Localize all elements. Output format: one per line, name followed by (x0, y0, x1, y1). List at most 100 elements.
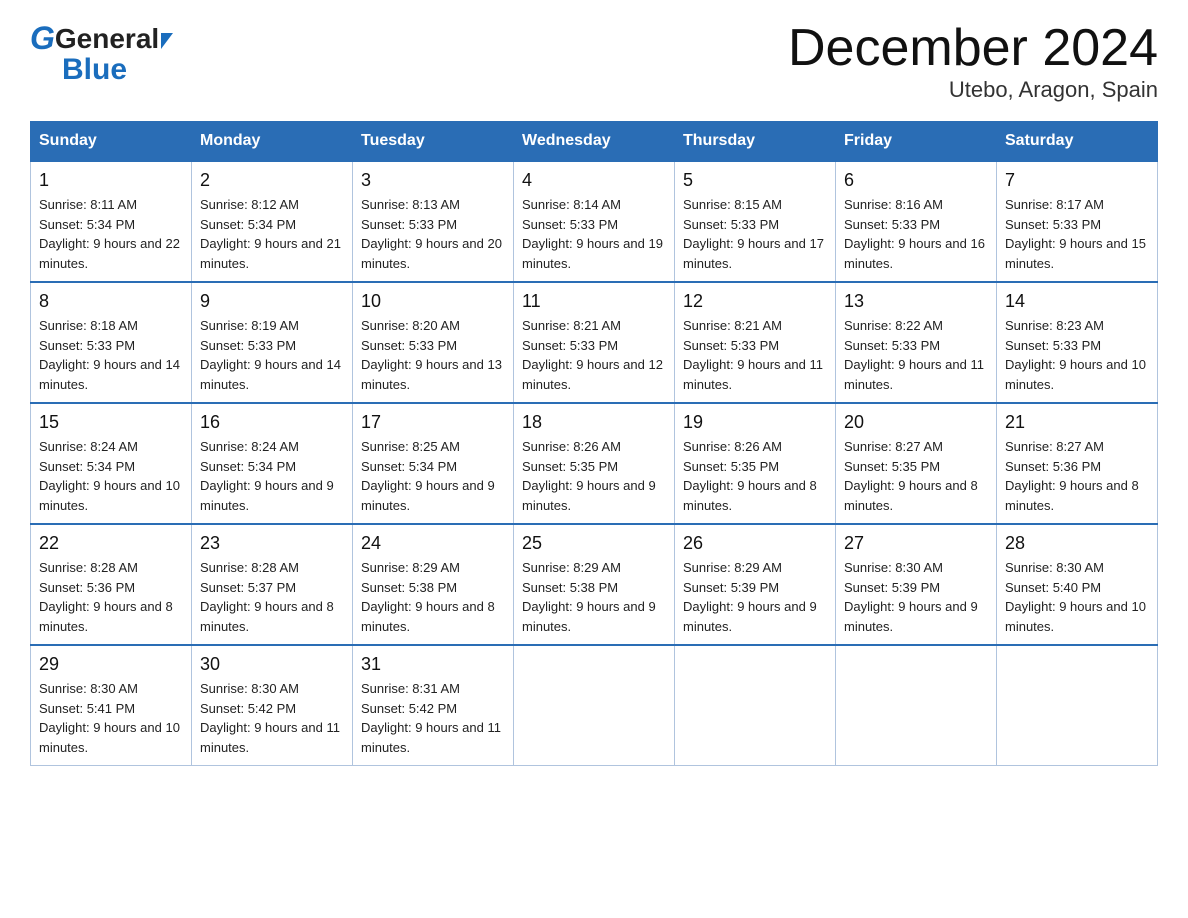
calendar-day-cell: 28 Sunrise: 8:30 AM Sunset: 5:40 PM Dayl… (997, 524, 1158, 645)
daylight-label: Daylight: 9 hours and 20 minutes. (361, 236, 502, 271)
day-number: 4 (522, 170, 666, 191)
sunrise-label: Sunrise: 8:30 AM (1005, 560, 1104, 575)
calendar-header-row: SundayMondayTuesdayWednesdayThursdayFrid… (31, 122, 1158, 162)
day-number: 17 (361, 412, 505, 433)
sunrise-label: Sunrise: 8:29 AM (522, 560, 621, 575)
daylight-label: Daylight: 9 hours and 9 minutes. (200, 478, 334, 513)
calendar-day-cell: 2 Sunrise: 8:12 AM Sunset: 5:34 PM Dayli… (192, 161, 353, 282)
daylight-label: Daylight: 9 hours and 9 minutes. (683, 599, 817, 634)
calendar-day-cell (836, 645, 997, 766)
day-number: 24 (361, 533, 505, 554)
day-info: Sunrise: 8:29 AM Sunset: 5:38 PM Dayligh… (361, 558, 505, 636)
daylight-label: Daylight: 9 hours and 21 minutes. (200, 236, 341, 271)
day-number: 12 (683, 291, 827, 312)
day-number: 10 (361, 291, 505, 312)
daylight-label: Daylight: 9 hours and 12 minutes. (522, 357, 663, 392)
daylight-label: Daylight: 9 hours and 9 minutes. (522, 599, 656, 634)
daylight-label: Daylight: 9 hours and 11 minutes. (844, 357, 984, 392)
day-info: Sunrise: 8:11 AM Sunset: 5:34 PM Dayligh… (39, 195, 183, 273)
daylight-label: Daylight: 9 hours and 8 minutes. (361, 599, 495, 634)
sunset-label: Sunset: 5:34 PM (39, 459, 135, 474)
sunset-label: Sunset: 5:33 PM (683, 217, 779, 232)
sunset-label: Sunset: 5:37 PM (200, 580, 296, 595)
day-of-week-header: Monday (192, 122, 353, 162)
day-number: 16 (200, 412, 344, 433)
day-of-week-header: Sunday (31, 122, 192, 162)
day-number: 22 (39, 533, 183, 554)
day-info: Sunrise: 8:29 AM Sunset: 5:38 PM Dayligh… (522, 558, 666, 636)
daylight-label: Daylight: 9 hours and 10 minutes. (1005, 357, 1146, 392)
day-number: 6 (844, 170, 988, 191)
calendar-day-cell: 24 Sunrise: 8:29 AM Sunset: 5:38 PM Dayl… (353, 524, 514, 645)
sunset-label: Sunset: 5:36 PM (1005, 459, 1101, 474)
day-info: Sunrise: 8:30 AM Sunset: 5:39 PM Dayligh… (844, 558, 988, 636)
day-info: Sunrise: 8:23 AM Sunset: 5:33 PM Dayligh… (1005, 316, 1149, 394)
calendar-week-row: 22 Sunrise: 8:28 AM Sunset: 5:36 PM Dayl… (31, 524, 1158, 645)
day-number: 13 (844, 291, 988, 312)
sunset-label: Sunset: 5:33 PM (39, 338, 135, 353)
calendar-day-cell: 3 Sunrise: 8:13 AM Sunset: 5:33 PM Dayli… (353, 161, 514, 282)
day-of-week-header: Saturday (997, 122, 1158, 162)
day-number: 21 (1005, 412, 1149, 433)
day-number: 19 (683, 412, 827, 433)
calendar-day-cell: 19 Sunrise: 8:26 AM Sunset: 5:35 PM Dayl… (675, 403, 836, 524)
daylight-label: Daylight: 9 hours and 17 minutes. (683, 236, 824, 271)
sunset-label: Sunset: 5:33 PM (200, 338, 296, 353)
calendar-day-cell: 11 Sunrise: 8:21 AM Sunset: 5:33 PM Dayl… (514, 282, 675, 403)
daylight-label: Daylight: 9 hours and 8 minutes. (39, 599, 173, 634)
calendar-day-cell: 30 Sunrise: 8:30 AM Sunset: 5:42 PM Dayl… (192, 645, 353, 766)
day-number: 3 (361, 170, 505, 191)
day-number: 7 (1005, 170, 1149, 191)
day-info: Sunrise: 8:24 AM Sunset: 5:34 PM Dayligh… (39, 437, 183, 515)
day-of-week-header: Tuesday (353, 122, 514, 162)
day-info: Sunrise: 8:17 AM Sunset: 5:33 PM Dayligh… (1005, 195, 1149, 273)
sunrise-label: Sunrise: 8:23 AM (1005, 318, 1104, 333)
sunset-label: Sunset: 5:42 PM (361, 701, 457, 716)
day-number: 1 (39, 170, 183, 191)
sunrise-label: Sunrise: 8:27 AM (1005, 439, 1104, 454)
sunset-label: Sunset: 5:41 PM (39, 701, 135, 716)
daylight-label: Daylight: 9 hours and 8 minutes. (844, 478, 978, 513)
calendar-day-cell (675, 645, 836, 766)
daylight-label: Daylight: 9 hours and 10 minutes. (1005, 599, 1146, 634)
calendar-week-row: 15 Sunrise: 8:24 AM Sunset: 5:34 PM Dayl… (31, 403, 1158, 524)
day-info: Sunrise: 8:28 AM Sunset: 5:37 PM Dayligh… (200, 558, 344, 636)
sunrise-label: Sunrise: 8:11 AM (39, 197, 137, 212)
calendar-day-cell: 7 Sunrise: 8:17 AM Sunset: 5:33 PM Dayli… (997, 161, 1158, 282)
sunset-label: Sunset: 5:33 PM (844, 217, 940, 232)
sunset-label: Sunset: 5:34 PM (39, 217, 135, 232)
sunset-label: Sunset: 5:39 PM (844, 580, 940, 595)
logo-triangle-icon (161, 33, 173, 49)
day-info: Sunrise: 8:30 AM Sunset: 5:40 PM Dayligh… (1005, 558, 1149, 636)
calendar-day-cell: 9 Sunrise: 8:19 AM Sunset: 5:33 PM Dayli… (192, 282, 353, 403)
sunrise-label: Sunrise: 8:14 AM (522, 197, 621, 212)
day-info: Sunrise: 8:25 AM Sunset: 5:34 PM Dayligh… (361, 437, 505, 515)
sunset-label: Sunset: 5:33 PM (522, 338, 618, 353)
daylight-label: Daylight: 9 hours and 14 minutes. (39, 357, 180, 392)
day-info: Sunrise: 8:31 AM Sunset: 5:42 PM Dayligh… (361, 679, 505, 757)
daylight-label: Daylight: 9 hours and 14 minutes. (200, 357, 341, 392)
daylight-label: Daylight: 9 hours and 11 minutes. (683, 357, 823, 392)
day-number: 23 (200, 533, 344, 554)
sunrise-label: Sunrise: 8:25 AM (361, 439, 460, 454)
sunset-label: Sunset: 5:40 PM (1005, 580, 1101, 595)
daylight-label: Daylight: 9 hours and 16 minutes. (844, 236, 985, 271)
day-info: Sunrise: 8:26 AM Sunset: 5:35 PM Dayligh… (683, 437, 827, 515)
calendar-day-cell: 1 Sunrise: 8:11 AM Sunset: 5:34 PM Dayli… (31, 161, 192, 282)
day-number: 28 (1005, 533, 1149, 554)
sunrise-label: Sunrise: 8:24 AM (39, 439, 138, 454)
day-number: 9 (200, 291, 344, 312)
sunrise-label: Sunrise: 8:13 AM (361, 197, 460, 212)
day-info: Sunrise: 8:26 AM Sunset: 5:35 PM Dayligh… (522, 437, 666, 515)
calendar-day-cell (514, 645, 675, 766)
calendar-day-cell: 14 Sunrise: 8:23 AM Sunset: 5:33 PM Dayl… (997, 282, 1158, 403)
sunrise-label: Sunrise: 8:15 AM (683, 197, 782, 212)
day-number: 26 (683, 533, 827, 554)
sunset-label: Sunset: 5:33 PM (361, 338, 457, 353)
daylight-label: Daylight: 9 hours and 9 minutes. (361, 478, 495, 513)
sunset-label: Sunset: 5:38 PM (361, 580, 457, 595)
day-number: 20 (844, 412, 988, 433)
calendar-day-cell: 15 Sunrise: 8:24 AM Sunset: 5:34 PM Dayl… (31, 403, 192, 524)
sunrise-label: Sunrise: 8:27 AM (844, 439, 943, 454)
day-info: Sunrise: 8:28 AM Sunset: 5:36 PM Dayligh… (39, 558, 183, 636)
